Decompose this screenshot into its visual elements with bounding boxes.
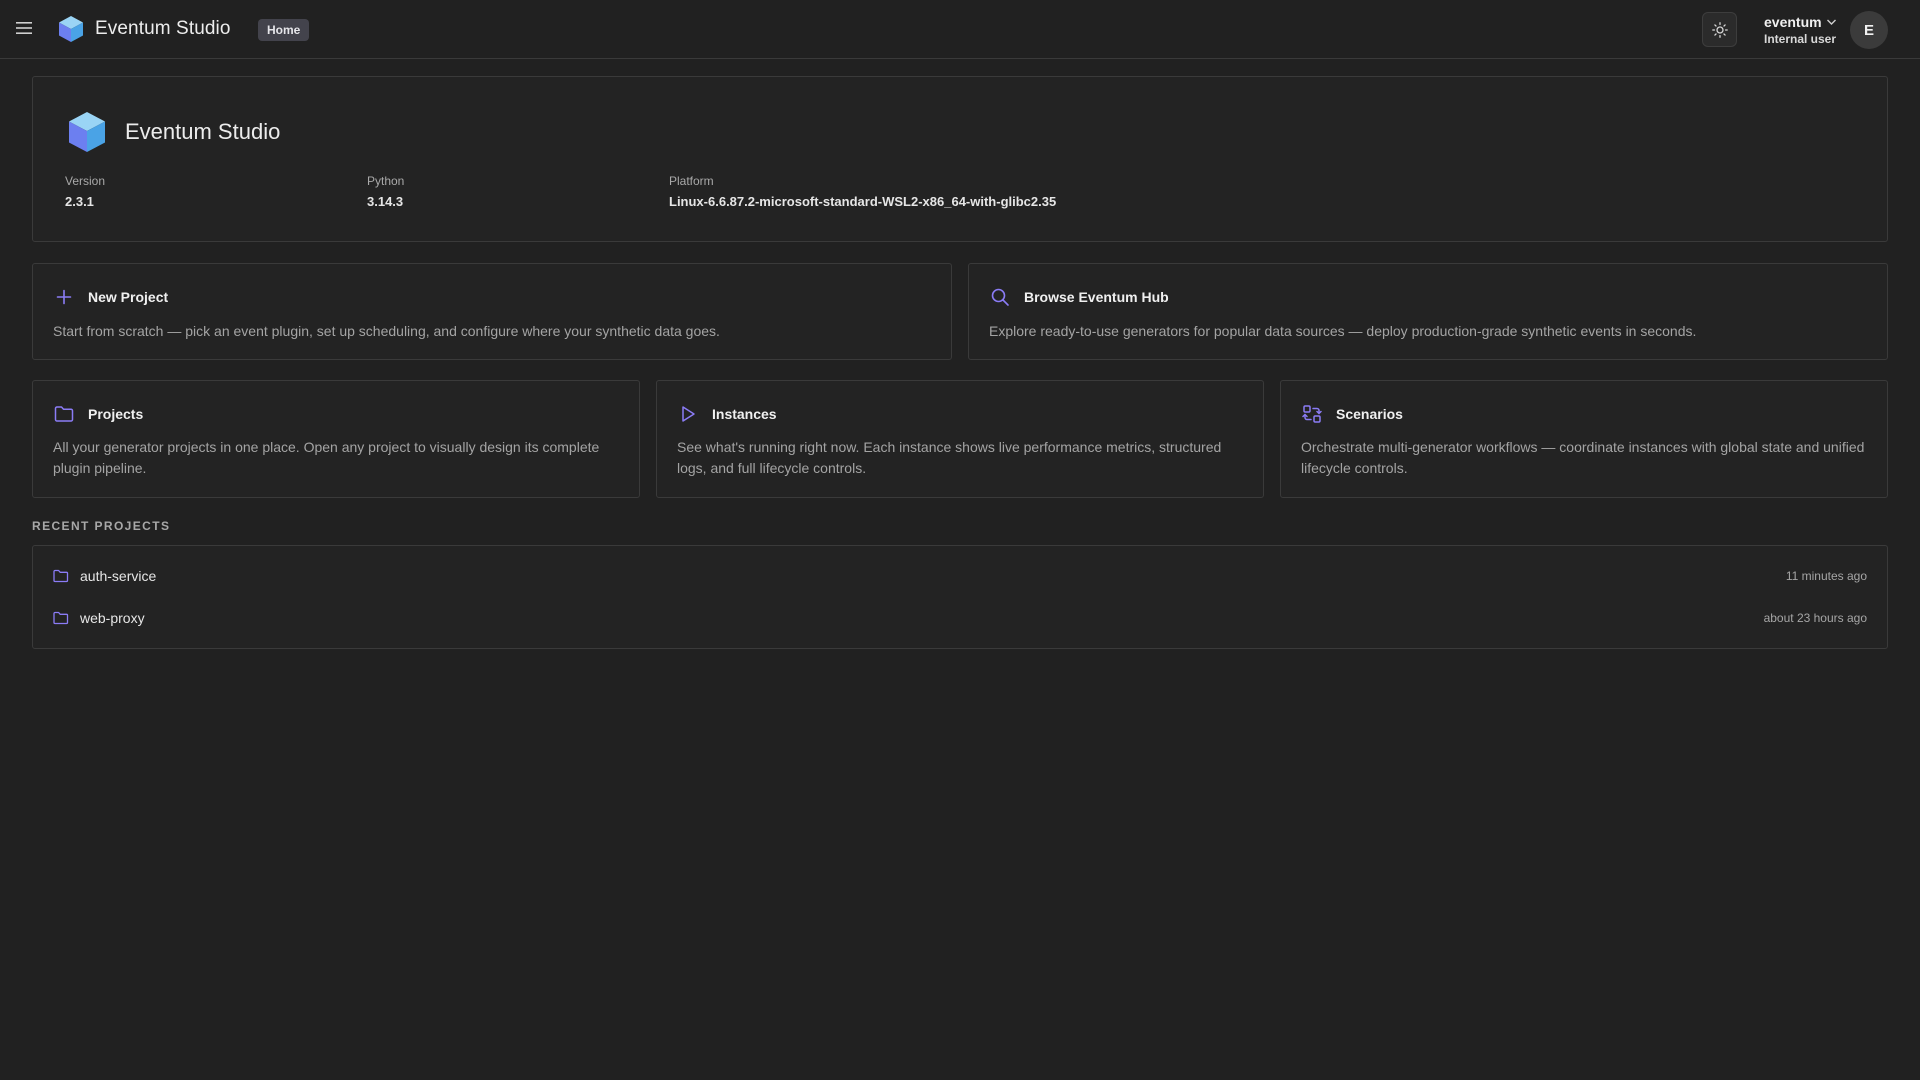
instances-description: See what's running right now. Each insta… (677, 439, 1222, 476)
play-icon (677, 403, 699, 425)
plus-icon (53, 286, 75, 308)
recent-projects-list: auth-service 11 minutes ago web-proxy ab… (32, 545, 1888, 649)
new-project-title: New Project (88, 289, 169, 305)
new-project-description: Start from scratch — pick an event plugi… (53, 323, 720, 339)
python-block: Python 3.14.3 (367, 174, 404, 209)
new-project-header: New Project (53, 286, 168, 308)
folder-icon (53, 567, 71, 585)
list-item[interactable]: auth-service 11 minutes ago (53, 562, 1867, 590)
theme-toggle-button[interactable] (1702, 12, 1737, 47)
browse-hub-header: Browse Eventum Hub (989, 286, 1169, 308)
project-time: 11 minutes ago (1785, 569, 1867, 583)
platform-label: Platform (669, 174, 714, 188)
logo-icon[interactable] (58, 15, 84, 43)
top-bar: Eventum Studio Home eventum Internal use… (0, 0, 1920, 59)
version-value: 2.3.1 (65, 194, 94, 209)
user-name: eventum (1764, 14, 1822, 30)
project-name: auth-service (80, 568, 157, 584)
scenarios-header: Scenarios (1301, 403, 1403, 425)
version-label: Version (65, 174, 106, 188)
browse-hub-description: Explore ready-to-use generators for popu… (989, 323, 1697, 339)
menu-button[interactable] (12, 16, 36, 40)
platform-value: Linux-6.6.87.2-microsoft-standard-WSL2-x… (669, 194, 1057, 209)
about-title: Eventum Studio (125, 119, 281, 144)
python-label: Python (367, 174, 405, 188)
instances-header: Instances (677, 403, 777, 425)
instances-card[interactable]: Instances See what's running right now. … (656, 380, 1264, 498)
avatar[interactable]: E (1850, 11, 1888, 49)
app-title[interactable]: Eventum Studio (95, 18, 231, 40)
new-project-card[interactable]: New Project Start from scratch — pick an… (32, 263, 952, 360)
sun-icon (1711, 21, 1728, 38)
about-card: Eventum Studio Version 2.3.1 Python 3.14… (32, 76, 1888, 242)
recent-projects-label: RECENT PROJECTS (32, 519, 171, 533)
projects-description: All your generator projects in one place… (53, 439, 600, 476)
instances-title: Instances (712, 406, 777, 422)
logo-icon (69, 112, 105, 152)
python-value: 3.14.3 (367, 194, 404, 209)
user-menu[interactable]: eventum Internal user (1764, 14, 1837, 46)
user-name-row: eventum (1764, 14, 1837, 30)
projects-title: Projects (88, 406, 144, 422)
version-block: Version 2.3.1 (65, 174, 105, 209)
user-role: Internal user (1764, 32, 1837, 46)
platform-block: Platform Linux-6.6.87.2-microsoft-standa… (669, 174, 1056, 209)
folder-icon (53, 609, 71, 627)
projects-card[interactable]: Projects All your generator projects in … (32, 380, 640, 498)
scenarios-description: Orchestrate multi-generator workflows — … (1301, 439, 1865, 476)
project-time: about 23 hours ago (1763, 611, 1867, 625)
projects-header: Projects (53, 403, 143, 425)
browse-hub-title: Browse Eventum Hub (1024, 289, 1169, 305)
project-name: web-proxy (80, 610, 145, 626)
breadcrumb-home[interactable]: Home (258, 19, 310, 41)
scenarios-card[interactable]: Scenarios Orchestrate multi-generator wo… (1280, 380, 1888, 498)
search-icon (989, 286, 1011, 308)
browse-hub-card[interactable]: Browse Eventum Hub Explore ready-to-use … (968, 263, 1888, 360)
workflow-icon (1301, 403, 1323, 425)
scenarios-title: Scenarios (1336, 406, 1403, 422)
chevron-down-icon (1826, 19, 1836, 25)
folder-icon (53, 403, 75, 425)
list-item[interactable]: web-proxy about 23 hours ago (53, 604, 1867, 632)
hamburger-icon (16, 22, 32, 34)
